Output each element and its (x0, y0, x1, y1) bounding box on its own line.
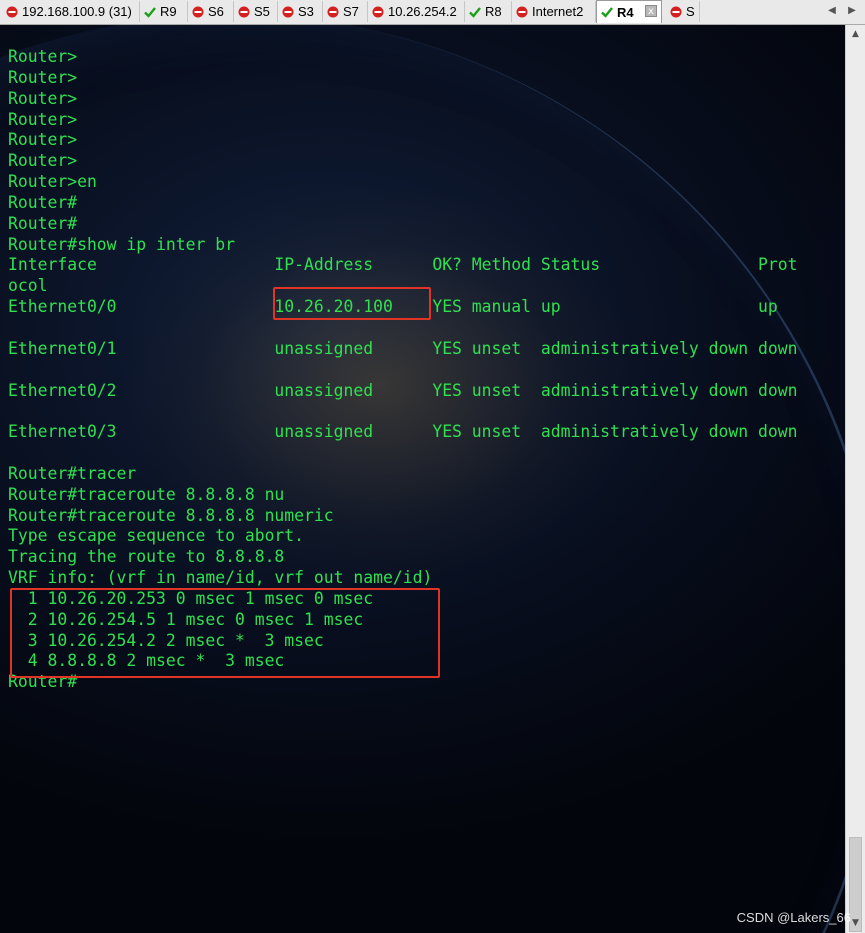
tab-r9[interactable]: R9 (140, 1, 188, 22)
terminal-line: Ethernet0/3 unassigned YES unset adminis… (8, 422, 798, 442)
terminal-line: Router> (8, 47, 78, 66)
terminal-line: Type escape sequence to abort. (8, 526, 305, 546)
terminal-line: Router>en (8, 172, 97, 192)
tab-label: S6 (208, 4, 224, 19)
disconnected-icon (670, 6, 682, 17)
terminal-line: Router# (8, 213, 78, 233)
tab-s6[interactable]: S6 (188, 1, 234, 22)
tab-label: 10.26.254.2 (388, 4, 457, 19)
terminal-line: Router# (8, 672, 78, 692)
terminal-window[interactable]: Router> Router> Router> Router> Router> Route… (0, 25, 845, 933)
disconnected-icon (516, 6, 528, 17)
check-icon (469, 6, 481, 18)
tab-s7[interactable]: S7 (323, 1, 368, 22)
tab-label: S5 (254, 4, 270, 19)
terminal-line: Tracing the route to 8.8.8.8 (8, 547, 285, 567)
terminal-line: 2 10.26.254.5 1 msec 0 msec 1 msec (8, 609, 364, 629)
check-icon (601, 7, 613, 18)
tab-label: S7 (343, 4, 359, 19)
terminal-line: Router# (8, 192, 78, 212)
tab-label: Internet2 (532, 4, 584, 19)
terminal-line: VRF info: (vrf in name/id, vrf out name/… (8, 568, 433, 588)
terminal-line: Ethernet0/2 unassigned YES unset adminis… (8, 380, 798, 400)
disconnected-icon (192, 6, 204, 17)
disconnected-icon (327, 6, 339, 17)
scroll-tabs-left-icon[interactable]: ◀ (825, 2, 839, 20)
terminal-line: Router> (8, 109, 78, 129)
close-tab-icon[interactable]: x (645, 5, 657, 17)
terminal-line: 1 10.26.20.253 0 msec 1 msec 0 msec (8, 588, 374, 608)
tab-label: 192.168.100.9 (31) (22, 4, 132, 19)
disconnected-icon (282, 6, 294, 17)
tab-label: R8 (485, 4, 502, 19)
terminal-line: Router> (8, 88, 78, 108)
terminal-line: Router#traceroute 8.8.8.8 numeric (8, 505, 334, 525)
vertical-scrollbar[interactable]: ▲ ▼ (845, 25, 865, 933)
terminal-line: 4 8.8.8.8 2 msec * 3 msec (8, 651, 285, 671)
tab-192-168-100-9[interactable]: 192.168.100.9 (31) (2, 1, 140, 22)
terminal-line: Router#show ip inter br (8, 234, 235, 254)
tab-internet2[interactable]: Internet2 (512, 1, 596, 22)
tab-label: R9 (160, 4, 177, 19)
tab-s[interactable]: S (666, 1, 700, 22)
terminal-line: Router> (8, 130, 78, 150)
disconnected-icon (6, 6, 18, 17)
disconnected-icon (372, 6, 384, 17)
terminal-output: Router> Router> Router> Router> Router> Route… (8, 47, 797, 693)
terminal-line: ocol (8, 276, 48, 296)
terminal-line: Router#traceroute 8.8.8.8 nu (8, 484, 285, 504)
terminal-line: Interface IP-Address OK? Method Status P… (8, 255, 798, 275)
disconnected-icon (238, 6, 250, 17)
tab-s3[interactable]: S3 (278, 1, 323, 22)
tab-label: R4 (617, 4, 634, 20)
terminal-line: 3 10.26.254.2 2 msec * 3 msec (8, 630, 324, 650)
tab-label: S (686, 4, 695, 19)
terminal-line: Ethernet0/1 unassigned YES unset adminis… (8, 338, 798, 358)
scroll-tabs-right-icon[interactable]: ▶ (845, 2, 859, 20)
tab-r8[interactable]: R8 (465, 1, 512, 22)
tab-10-26-254-2[interactable]: 10.26.254.2 (368, 1, 465, 22)
session-tab-bar: 192.168.100.9 (31) R9 S6 S5 S3 S7 10.26.… (0, 0, 865, 25)
terminal-line: Router> (8, 151, 78, 171)
tab-label: S3 (298, 4, 314, 19)
terminal-line: Router> (8, 67, 78, 87)
tab-s5[interactable]: S5 (234, 1, 278, 22)
terminal-line: Ethernet0/0 10.26.20.100 YES manual up u… (8, 297, 778, 317)
watermark: CSDN @Lakers_66 (736, 910, 851, 925)
check-icon (144, 6, 156, 18)
terminal-line: Router#tracer (8, 463, 137, 483)
scroll-up-icon[interactable]: ▲ (848, 27, 863, 42)
